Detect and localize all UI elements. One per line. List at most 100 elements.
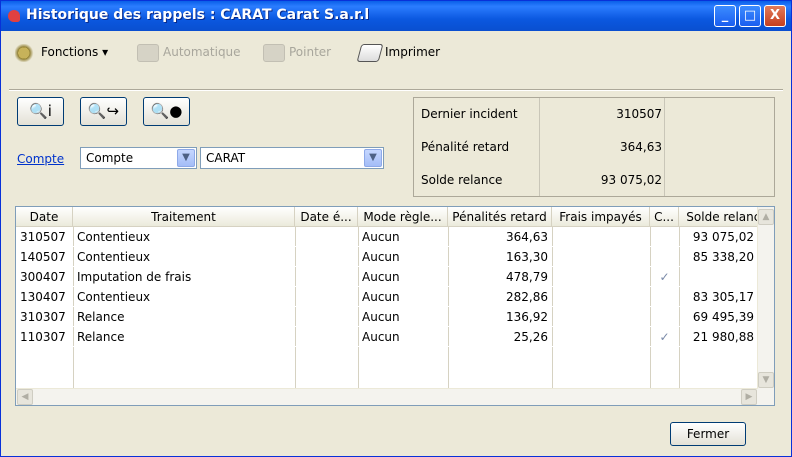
print-button[interactable]: Imprimer [356,41,441,63]
chevron-down-icon[interactable]: ▼ [364,149,382,167]
title-bar[interactable]: Historique des rappels : CARAT Carat S.a… [1,1,791,31]
frais-cell [552,267,650,287]
maximize-button[interactable]: □ [739,5,761,27]
date-cell: 310307 [20,310,66,324]
scroll-up-icon[interactable]: ▲ [758,209,774,225]
mode-cell: Aucun [362,230,400,244]
solde-cell [679,267,758,287]
date-e-cell [295,247,358,267]
summary-value: 364,63 [620,140,662,154]
frais-cell [552,247,650,267]
table-row[interactable]: 130407 Contentieux Aucun 282,86 83 305,1… [16,287,758,307]
date-cell: 140507 [20,250,66,264]
table-header: Date Traitement Date é... Mode règle... … [16,207,774,227]
table-row[interactable]: 310507 Contentieux Aucun 364,63 93 075,0… [16,227,758,247]
print-label: Imprimer [385,45,441,59]
solde-cell: 83 305,17 [692,290,754,304]
mode-cell: Aucun [362,270,400,284]
toolbar-separator [9,89,783,91]
solde-cell: 85 338,20 [692,250,754,264]
traitement-cell: Relance [77,310,125,324]
automatic-icon [137,43,159,62]
mode-cell: Aucun [362,250,400,264]
scroll-left-icon[interactable]: ◀ [17,389,33,405]
column-header[interactable]: Mode règle... [358,207,448,227]
mode-cell: Aucun [362,330,400,344]
horizontal-scrollbar[interactable]: ◀ ▶ [16,388,758,405]
summary-label: Dernier incident [421,107,518,121]
column-header[interactable]: Pénalités retard [448,207,552,227]
check-icon [650,227,679,247]
toolbar: Fonctions ▾ Automatique Pointer Imprimer [1,31,791,91]
chevron-down-icon[interactable]: ▼ [177,149,195,167]
account-link[interactable]: Compte [17,152,64,166]
date-cell: 310507 [20,230,66,244]
column-header[interactable]: Traitement [73,207,295,227]
summary-value: 310507 [616,107,662,121]
column-header[interactable]: C... [650,207,679,227]
frais-cell [552,327,650,347]
pointer-icon [263,43,285,62]
solde-cell: 93 075,02 [692,230,754,244]
print-icon [356,43,384,62]
table-row[interactable]: 300407 Imputation de frais Aucun 478,79 … [16,267,758,287]
account-value: CARAT [206,151,246,165]
close-button[interactable]: X [764,5,786,27]
frais-cell [552,227,650,247]
close-dialog-button[interactable]: Fermer [670,422,746,446]
penalites-cell: 282,86 [506,290,548,304]
functions-menu[interactable]: Fonctions ▾ [15,41,108,63]
traitement-cell: Contentieux [77,230,151,244]
info-search-button[interactable]: 🔍i [17,97,64,126]
date-e-cell [295,267,358,287]
app-icon [8,10,20,22]
summary-label: Pénalité retard [421,140,510,154]
summary-label: Solde relance [421,173,503,187]
check-icon [650,287,679,307]
history-window: Historique des rappels : CARAT Carat S.a… [0,0,792,457]
history-table[interactable]: Date Traitement Date é... Mode règle... … [15,206,775,406]
penalites-cell: 163,30 [506,250,548,264]
table-row[interactable]: 110307 Relance Aucun 25,26 ✓ 21 980,88 [16,327,758,347]
check-icon [650,307,679,327]
penalites-cell: 136,92 [506,310,548,324]
summary-row: Solde relance 93 075,02 [414,164,774,197]
account-select[interactable]: CARAT ▼ [200,147,384,169]
minimize-button[interactable]: _ [714,5,736,27]
date-cell: 110307 [20,330,66,344]
traitement-cell: Imputation de frais [77,270,192,284]
pointer-label: Pointer [289,45,332,59]
account-type-select[interactable]: Compte ▼ [80,147,197,169]
date-e-cell [295,307,358,327]
solde-cell: 69 495,39 [692,310,754,324]
table-row[interactable]: 310307 Relance Aucun 136,92 69 495,39 [16,307,758,327]
penalites-cell: 25,26 [513,330,548,344]
summary-value: 93 075,02 [600,173,662,187]
search-stop-button[interactable]: 🔍● [143,97,190,126]
search-next-button[interactable]: 🔍↪ [80,97,127,126]
window-title: Historique des rappels : CARAT Carat S.a… [26,7,370,23]
mode-cell: Aucun [362,290,400,304]
check-icon: ✓ [659,270,670,284]
automatic-button[interactable]: Automatique [137,41,241,63]
summary-row: Dernier incident 310507 [414,98,774,131]
traitement-cell: Contentieux [77,250,151,264]
traitement-cell: Contentieux [77,290,151,304]
check-icon [650,247,679,267]
summary-panel: Dernier incident 310507 Pénalité retard … [413,97,775,197]
functions-label: Fonctions ▾ [41,45,109,59]
pointer-button[interactable]: Pointer [263,41,331,63]
vertical-scrollbar[interactable]: ▲ ▼ [757,207,774,405]
penalites-cell: 364,63 [506,230,548,244]
scroll-down-icon[interactable]: ▼ [758,372,774,388]
date-cell: 130407 [20,290,66,304]
scroll-right-icon[interactable]: ▶ [741,389,757,405]
account-type-value: Compte [86,151,134,165]
column-header[interactable]: Date [16,207,73,227]
table-row[interactable]: 140507 Contentieux Aucun 163,30 85 338,2… [16,247,758,267]
gear-icon [15,43,37,62]
summary-row: Pénalité retard 364,63 [414,131,774,164]
automatic-label: Automatique [163,45,241,59]
column-header[interactable]: Frais impayés [552,207,650,227]
column-header[interactable]: Date é... [295,207,358,227]
